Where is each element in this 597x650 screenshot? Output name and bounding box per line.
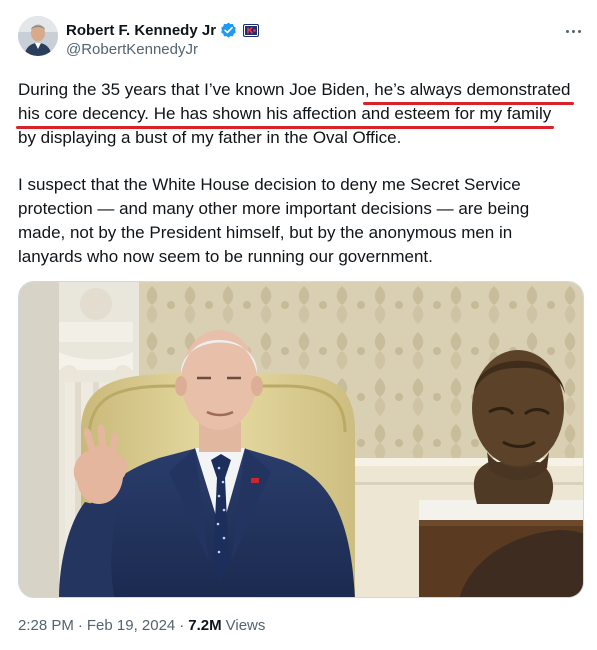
- separator-dot: ·: [77, 617, 83, 634]
- tweet-card: Robert F. Kennedy Jr @RobertKennedyJr Du…: [0, 0, 597, 650]
- author-name-row: Robert F. Kennedy Jr: [66, 20, 260, 40]
- campaign-flag-icon[interactable]: [243, 23, 260, 37]
- tweet-time[interactable]: 2:28 PM: [18, 617, 74, 634]
- author-display-name[interactable]: Robert F. Kennedy Jr: [66, 22, 216, 39]
- more-horizontal-icon: [565, 29, 569, 33]
- views-label[interactable]: Views: [226, 617, 266, 634]
- photo-president-oval-office-bust: [19, 282, 583, 597]
- tweet-line: I suspect that the White House decision …: [18, 175, 521, 194]
- tweet-line: made, not by the President himself, but …: [18, 223, 513, 242]
- separator-dot: ·: [179, 617, 185, 634]
- tweet-line: his core decency. He has shown his affec…: [15, 102, 584, 129]
- tweet-line: protection — and many other more importa…: [18, 199, 530, 218]
- verified-badge-icon[interactable]: [220, 22, 237, 39]
- tweet-line: by displaying a bust of my father in the…: [18, 128, 402, 147]
- tweet-line: During the 35 years that I’ve known Joe …: [18, 78, 584, 105]
- tweet-line: lanyards who now seem to be running our …: [18, 247, 433, 266]
- person-avatar-icon: [18, 16, 58, 56]
- author-handle[interactable]: @RobertKennedyJr: [66, 41, 198, 58]
- highlighted-text: his core decency. He has shown his affec…: [15, 102, 555, 129]
- tweet-media-image[interactable]: [18, 281, 584, 598]
- tweet-metadata: 2:28 PM · Feb 19, 2024 · 7.2M Views: [18, 617, 265, 634]
- tweet-date[interactable]: Feb 19, 2024: [87, 617, 175, 634]
- author-avatar[interactable]: [18, 16, 58, 56]
- tweet-paragraph-1: During the 35 years that I’ve known Joe …: [15, 78, 584, 150]
- tweet-paragraph-2: I suspect that the White House decision …: [18, 173, 584, 269]
- highlighted-text: , he’s always demonstrated: [362, 78, 574, 105]
- views-count[interactable]: 7.2M: [188, 617, 221, 634]
- more-options-button[interactable]: [560, 18, 586, 44]
